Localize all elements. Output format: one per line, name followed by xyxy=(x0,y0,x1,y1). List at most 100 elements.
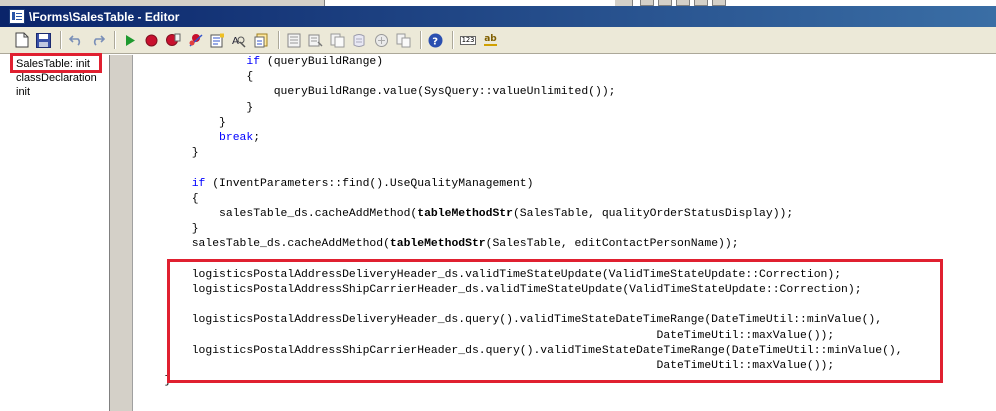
code-line: } xyxy=(137,374,171,389)
new-icon[interactable] xyxy=(12,31,31,50)
code-token: (InventParameters::find().UseQualityMana… xyxy=(205,177,534,190)
undo-icon[interactable] xyxy=(66,31,85,50)
lookup-label-icon[interactable] xyxy=(306,31,325,50)
breakpoint-icon[interactable] xyxy=(142,31,161,50)
code-line: DateTimeUtil::maxValue()); xyxy=(137,329,835,344)
code-snippet-icon[interactable] xyxy=(394,31,413,50)
label-icon[interactable]: 123 xyxy=(458,31,478,50)
lookup-icon[interactable]: A xyxy=(230,31,249,50)
run-icon[interactable] xyxy=(120,31,139,50)
code-line: } xyxy=(137,101,253,116)
code-line: salesTable_ds.cacheAddMethod(tableMethod… xyxy=(137,237,739,252)
code-token: DateTimeUtil::maxValue()); xyxy=(656,329,835,342)
toolbar-separator xyxy=(60,31,62,49)
code-line: queryBuildRange.value(SysQuery::valueUnl… xyxy=(137,85,616,100)
code-line: logisticsPostalAddressDeliveryHeader_ds.… xyxy=(137,313,882,328)
method-list-item[interactable]: init xyxy=(0,85,109,99)
editor-window-icon xyxy=(9,9,25,24)
code-token: logisticsPostalAddressShipCarrierHeader_… xyxy=(191,284,862,296)
method-list-item[interactable]: classDeclaration xyxy=(0,71,109,85)
toggle-breakpoint-icon[interactable] xyxy=(164,31,183,50)
code-line: if (queryBuildRange) xyxy=(137,55,383,70)
title-bar[interactable]: \Forms\SalesTable - Editor xyxy=(0,6,996,27)
code-token: break xyxy=(219,132,254,144)
code-token: salesTable_ds.cacheAddMethod( xyxy=(219,208,418,220)
code-editor[interactable]: if (queryBuildRange) { queryBuildRange.v… xyxy=(133,55,996,411)
label-button-text: 123 xyxy=(459,35,477,45)
toolbar-separator xyxy=(114,31,116,49)
toolbar-separator xyxy=(452,31,454,49)
code-token: ; xyxy=(253,132,261,144)
code-line: { xyxy=(137,192,199,207)
code-token: if xyxy=(246,56,261,68)
code-line: } xyxy=(137,116,226,131)
code-token: logisticsPostalAddressDeliveryHeader_ds.… xyxy=(191,314,883,327)
redo-icon[interactable] xyxy=(88,31,107,50)
code-line: DateTimeUtil::maxValue()); xyxy=(137,359,835,374)
save-icon[interactable] xyxy=(34,31,53,50)
code-token: { xyxy=(191,192,199,205)
code-line: } xyxy=(137,146,199,161)
method-list-item[interactable]: SalesTable: init xyxy=(0,57,109,71)
code-line: salesTable_ds.cacheAddMethod(tableMethod… xyxy=(137,207,793,222)
list-icon[interactable] xyxy=(284,31,303,50)
svg-text:?: ? xyxy=(432,36,438,47)
code-token: } xyxy=(219,116,226,129)
code-token: if xyxy=(191,177,206,190)
code-line: } xyxy=(137,222,199,237)
code-token: { xyxy=(246,71,254,84)
code-line: if (InventParameters::find().UseQualityM… xyxy=(137,177,534,192)
remove-breakpoints-icon[interactable] xyxy=(186,31,205,50)
toolbar-separator xyxy=(278,31,280,49)
help-icon[interactable]: ? xyxy=(426,31,445,50)
toolbar-separator xyxy=(420,31,422,49)
code-token: logisticsPostalAddressDeliveryHeader_ds.… xyxy=(191,268,842,281)
code-line: logisticsPostalAddressShipCarrierHeader_… xyxy=(137,344,903,359)
properties-icon[interactable] xyxy=(252,31,271,50)
code-line: logisticsPostalAddressDeliveryHeader_ds.… xyxy=(137,268,841,283)
code-line: break; xyxy=(137,131,260,146)
method-list: SalesTable: init classDeclaration init xyxy=(0,55,110,411)
code-token: (SalesTable, editContactPersonName)); xyxy=(485,238,739,251)
code-token: (SalesTable, qualityOrderStatusDisplay))… xyxy=(512,208,794,220)
code-token: } xyxy=(191,223,199,236)
editor-toolbar: A ? 123 ab xyxy=(0,27,996,54)
code-token: logisticsPostalAddressShipCarrierHeader_… xyxy=(191,344,903,357)
code-line: { xyxy=(137,70,253,85)
code-token: DateTimeUtil::maxValue()); xyxy=(656,360,835,372)
code-token: salesTable_ds.cacheAddMethod( xyxy=(191,238,390,251)
code-token: tableMethodStr xyxy=(389,238,486,251)
code-token: queryBuildRange.value(SysQuery::valueUnl… xyxy=(273,86,616,99)
code-token: (queryBuildRange) xyxy=(260,56,384,68)
editor-gutter xyxy=(110,55,133,411)
source-control-icon[interactable] xyxy=(328,31,347,50)
code-token: } xyxy=(246,101,254,114)
window-title: \Forms\SalesTable - Editor xyxy=(29,9,180,24)
scripts-icon[interactable] xyxy=(372,31,391,50)
code-token: } xyxy=(164,375,172,388)
code-token: } xyxy=(191,147,199,160)
code-line: logisticsPostalAddressShipCarrierHeader_… xyxy=(137,283,862,298)
abc-button-text: ab xyxy=(484,33,497,46)
compile-icon[interactable] xyxy=(208,31,227,50)
script-icon[interactable] xyxy=(350,31,369,50)
abc-icon[interactable]: ab xyxy=(481,31,500,50)
